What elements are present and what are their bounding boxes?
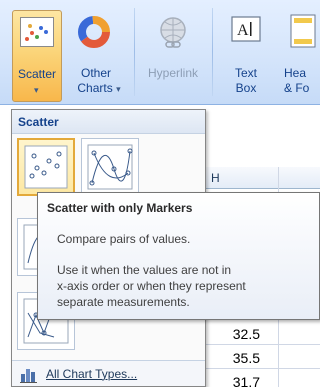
donut-chart-icon xyxy=(78,16,110,48)
scatter-smooth-lines-markers-thumb[interactable] xyxy=(81,138,139,196)
tooltip-text: Use it when the values are not in xyxy=(57,263,232,277)
header-footer-button[interactable]: Hea & Fo xyxy=(276,10,320,102)
scatter-label: Scatter xyxy=(17,67,56,81)
scatter-tooltip: Scatter with only Markers Compare pairs … xyxy=(37,192,320,320)
tooltip-text: x-axis order or when they represent xyxy=(57,279,246,293)
ribbon: Scatter ▾ Other Charts ▾ Hyperlink A Tex… xyxy=(0,0,320,105)
header-footer-label-2: & Fo xyxy=(284,81,310,95)
gridline xyxy=(200,344,320,345)
svg-text:A: A xyxy=(237,22,249,39)
scatter-markers-only-thumb[interactable] xyxy=(17,138,75,196)
scatter-markers-icon xyxy=(24,145,68,189)
hyperlink-button[interactable]: Hyperlink xyxy=(140,10,206,102)
scatter-chart-icon xyxy=(20,17,54,47)
page-icon xyxy=(290,14,316,48)
tooltip-title: Scatter with only Markers xyxy=(47,201,193,215)
other-charts-button[interactable]: Other Charts ▾ xyxy=(64,10,128,102)
header-footer-label-1: Hea xyxy=(284,66,307,80)
chart-types-icon xyxy=(20,369,37,383)
column-header-h[interactable]: H xyxy=(200,167,320,189)
cell-value[interactable]: 31.7 xyxy=(210,374,260,387)
dropdown-arrow-icon: ▾ xyxy=(34,85,39,95)
dropdown-arrow-icon: ▾ xyxy=(116,84,121,94)
scatter-smooth-markers-icon xyxy=(87,144,133,190)
cell-value[interactable]: 35.5 xyxy=(210,350,260,366)
gallery-header: Scatter xyxy=(12,110,205,134)
cell-value[interactable]: 32.5 xyxy=(210,326,260,342)
text-box-label-1: Text xyxy=(234,66,257,80)
all-chart-types-label: All Chart Types... xyxy=(46,367,138,381)
gridline xyxy=(200,368,320,369)
group-separator xyxy=(134,8,135,96)
text-box-button[interactable]: A Text Box xyxy=(222,10,270,102)
other-charts-label-2: Charts xyxy=(77,81,113,95)
text-box-label-2: Box xyxy=(235,81,257,95)
hyperlink-label: Hyperlink xyxy=(147,66,198,80)
scatter-button[interactable]: Scatter ▾ xyxy=(12,10,62,102)
group-separator xyxy=(212,8,213,96)
tooltip-text: Compare pairs of values. xyxy=(57,232,191,246)
all-chart-types-item[interactable]: All Chart Types... xyxy=(12,360,205,386)
tooltip-text: separate measurements. xyxy=(57,295,190,309)
text-box-icon: A xyxy=(231,16,261,42)
globe-link-icon xyxy=(160,17,186,48)
other-charts-label-1: Other xyxy=(80,66,111,80)
